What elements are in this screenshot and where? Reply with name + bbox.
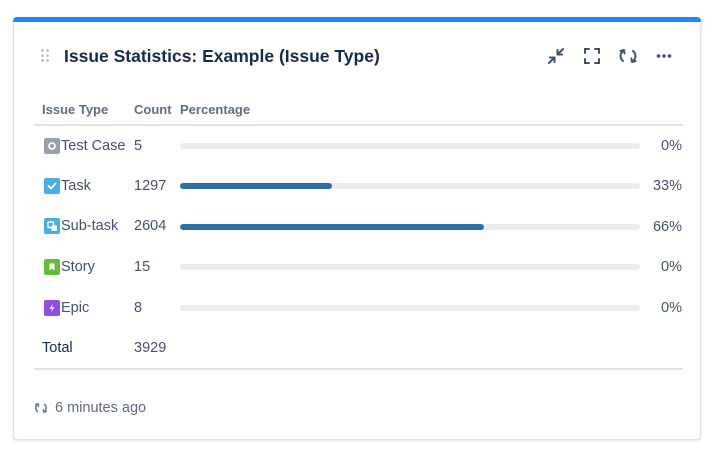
issue-statistics-gadget: Issue Statistics: Example (Issue Type) I… — [13, 17, 701, 440]
issue-type-label[interactable]: Story — [61, 259, 95, 275]
percentage-label: 0% — [661, 137, 682, 154]
table-row: Sub-task 2604 66% — [34, 206, 683, 247]
percentage-bar-fill — [180, 182, 332, 189]
total-count: 3929 — [134, 327, 180, 370]
minimize-button[interactable] — [543, 43, 569, 69]
issue-type-cell[interactable]: Story — [34, 259, 134, 276]
percentage-bar — [180, 264, 640, 271]
issue-type-cell[interactable]: Epic — [34, 299, 134, 316]
percentage-label: 33% — [652, 177, 682, 194]
epic-icon — [44, 299, 60, 316]
gadget-title: Issue Statistics: Example (Issue Type) — [64, 46, 380, 66]
issue-count[interactable]: 15 — [134, 247, 180, 288]
story-icon — [44, 259, 60, 276]
percentage-label: 0% — [661, 299, 682, 316]
fullscreen-button[interactable] — [579, 43, 605, 69]
issue-count[interactable]: 5 — [134, 125, 180, 166]
refresh-button[interactable] — [615, 43, 641, 69]
total-label: Total — [34, 327, 134, 370]
issue-type-cell[interactable]: Sub-task — [34, 218, 134, 235]
percentage-bar-fill — [180, 223, 484, 230]
issue-count[interactable]: 8 — [134, 287, 180, 328]
table-row: Test Case 5 0% — [34, 125, 683, 166]
issue-type-label[interactable]: Task — [61, 178, 91, 194]
total-row: Total 3929 — [34, 327, 683, 370]
issue-type-label[interactable]: Test Case — [61, 138, 125, 154]
issue-type-cell[interactable]: Task — [34, 177, 134, 194]
minimize-icon — [548, 48, 564, 64]
percentage-bar — [180, 182, 640, 189]
gadget-header: Issue Statistics: Example (Issue Type) — [14, 43, 700, 71]
percentage-bar — [180, 223, 640, 230]
refresh-icon — [619, 49, 637, 63]
percentage-bar — [180, 304, 640, 311]
gadget-footer: 6 minutes ago — [34, 400, 146, 416]
table-row: Task 1297 33% — [34, 166, 683, 207]
percentage-label: 0% — [661, 259, 682, 276]
issue-statistics-table: Issue Type Count Percentage Test Case 5 0%… — [34, 95, 683, 370]
task-icon — [44, 177, 60, 194]
table-row: Epic 8 0% — [34, 287, 683, 328]
last-updated-refresh-icon[interactable] — [34, 401, 48, 415]
percentage-bar — [180, 142, 640, 149]
table-row: Story 15 0% — [34, 247, 683, 288]
fullscreen-icon — [584, 48, 600, 64]
issue-count[interactable]: 2604 — [134, 206, 180, 247]
issue-type-label[interactable]: Sub-task — [61, 218, 118, 234]
drag-handle-icon[interactable] — [41, 49, 51, 63]
subtask-icon — [44, 218, 60, 235]
header-count: Count — [134, 95, 180, 126]
last-updated-text: 6 minutes ago — [55, 400, 147, 416]
test-case-icon — [44, 137, 60, 154]
header-percentage: Percentage — [180, 95, 683, 126]
issue-type-label[interactable]: Epic — [61, 300, 89, 316]
more-icon — [656, 54, 672, 58]
percentage-label: 66% — [652, 218, 682, 235]
more-options-button[interactable] — [651, 43, 677, 69]
issue-type-cell[interactable]: Test Case — [34, 137, 134, 154]
gadget-accent-bar — [13, 17, 701, 22]
header-issue-type: Issue Type — [34, 95, 134, 126]
table-header-row: Issue Type Count Percentage — [34, 95, 683, 126]
issue-count[interactable]: 1297 — [134, 166, 180, 207]
